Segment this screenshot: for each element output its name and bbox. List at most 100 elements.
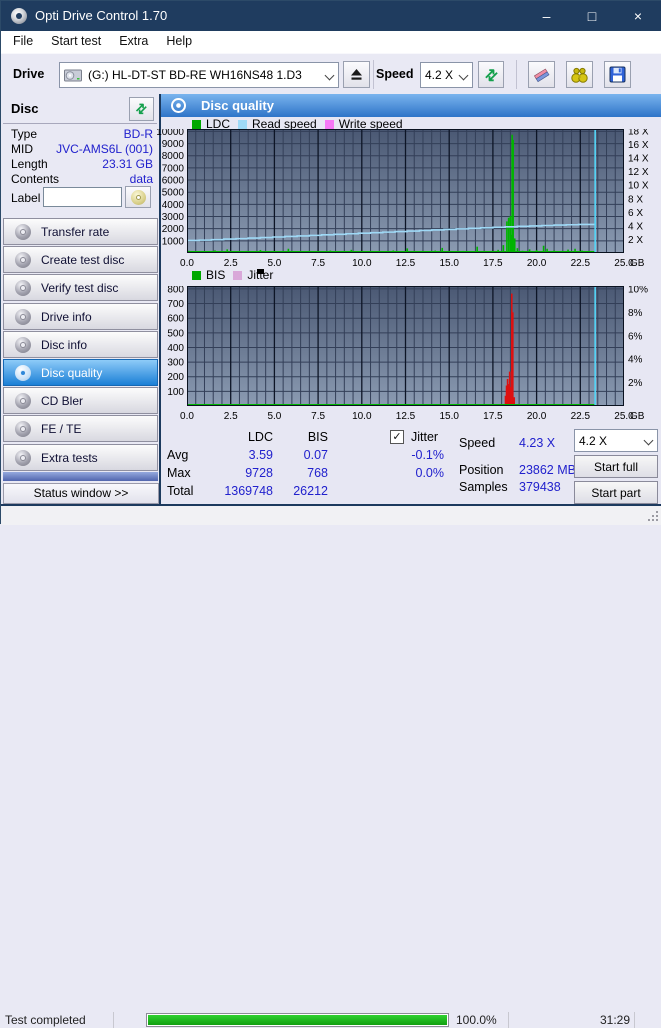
disc-field-mid: MID JVC-AMS6L (001) bbox=[11, 142, 153, 156]
field-value: JVC-AMS6L (001) bbox=[56, 142, 153, 156]
total-row-label: Total bbox=[167, 484, 194, 498]
svg-text:5.0: 5.0 bbox=[267, 411, 281, 422]
start-full-button[interactable]: Start full bbox=[574, 455, 658, 478]
field-label: Type bbox=[11, 127, 38, 141]
sidebar-gradient-strip bbox=[3, 472, 158, 481]
svg-text:10.0: 10.0 bbox=[352, 411, 372, 422]
sidebar-item-label: FE / TE bbox=[41, 421, 82, 436]
svg-text:6%: 6% bbox=[628, 331, 643, 342]
sidebar-item-verify-test-disc[interactable]: Verify test disc bbox=[3, 274, 158, 301]
svg-text:8 X: 8 X bbox=[628, 194, 643, 205]
disc-icon bbox=[171, 98, 186, 113]
svg-text:10.0: 10.0 bbox=[352, 258, 372, 269]
disc-icon bbox=[15, 308, 31, 325]
sidebar-item-extra-tests[interactable]: Extra tests bbox=[3, 444, 158, 471]
svg-text:9000: 9000 bbox=[162, 139, 185, 150]
menu-help[interactable]: Help bbox=[157, 31, 201, 51]
close-button[interactable]: × bbox=[615, 1, 661, 31]
sidebar-item-fe-te[interactable]: FE / TE bbox=[3, 415, 158, 442]
svg-text:1000: 1000 bbox=[162, 236, 185, 247]
drive-select[interactable]: (G:) HL-DT-ST BD-RE WH16NS48 1.D3 bbox=[59, 62, 339, 88]
refresh-icon bbox=[131, 98, 153, 120]
svg-text:22.5: 22.5 bbox=[571, 258, 591, 269]
statusbar-separator bbox=[508, 1012, 509, 1028]
sidebar-item-transfer-rate[interactable]: Transfer rate bbox=[3, 218, 158, 245]
legend-label: BIS bbox=[206, 268, 226, 282]
write-label-button[interactable] bbox=[125, 186, 151, 208]
rescan-drive-button[interactable] bbox=[478, 61, 504, 88]
speed-select[interactable]: 4.2 X bbox=[420, 62, 473, 88]
drive-label: Drive bbox=[13, 67, 45, 81]
avg-bis-value: 0.07 bbox=[303, 448, 328, 462]
svg-text:20.0: 20.0 bbox=[527, 258, 547, 269]
disc-icon bbox=[15, 420, 31, 437]
jitter-threshold-marker bbox=[257, 269, 264, 274]
save-button[interactable] bbox=[604, 61, 631, 88]
field-label: MID bbox=[11, 142, 33, 156]
svg-text:500: 500 bbox=[167, 328, 184, 339]
disc-refresh-button[interactable] bbox=[129, 97, 154, 121]
avg-jitter-value: -0.1% bbox=[411, 448, 444, 462]
erase-disc-button[interactable] bbox=[528, 61, 555, 88]
sidebar-item-disc-quality[interactable]: Disc quality bbox=[3, 359, 158, 386]
max-row-label: Max bbox=[167, 466, 191, 480]
eject-button[interactable] bbox=[343, 61, 370, 88]
jitter-checkbox[interactable]: ✓ bbox=[390, 430, 404, 444]
sidebar-item-drive-info[interactable]: Drive info bbox=[3, 303, 158, 330]
sidebar-item-create-test-disc[interactable]: Create test disc bbox=[3, 246, 158, 273]
menu-file[interactable]: File bbox=[4, 31, 42, 51]
menu-start-test[interactable]: Start test bbox=[42, 31, 110, 51]
menu-extra[interactable]: Extra bbox=[110, 31, 157, 51]
test-speed-select[interactable]: 4.2 X bbox=[574, 429, 658, 452]
svg-text:2000: 2000 bbox=[162, 224, 185, 235]
svg-text:15.0: 15.0 bbox=[439, 411, 459, 422]
start-part-button[interactable]: Start part bbox=[574, 481, 658, 504]
status-bar: Test completed 100.0% 31:29 bbox=[1, 506, 661, 1028]
progress-percent: 100.0% bbox=[456, 1013, 497, 1027]
disc-field-contents: Contents data bbox=[11, 172, 153, 186]
chevron-down-icon bbox=[324, 70, 335, 81]
sidebar-item-cd-bler[interactable]: CD Bler bbox=[3, 387, 158, 414]
disc-icon bbox=[15, 336, 31, 353]
svg-text:300: 300 bbox=[167, 358, 184, 369]
app-window: Opti Drive Control 1.70 – □ × File Start … bbox=[0, 0, 661, 1028]
panel-title: Disc quality bbox=[201, 98, 274, 113]
svg-text:700: 700 bbox=[167, 299, 184, 310]
svg-text:2%: 2% bbox=[628, 378, 643, 389]
minimize-button[interactable]: – bbox=[524, 1, 569, 31]
disc-panel-title: Disc bbox=[11, 101, 39, 116]
toolbar-separator bbox=[373, 60, 374, 89]
svg-text:12 X: 12 X bbox=[628, 167, 649, 178]
disc-field-type: Type BD-R bbox=[11, 127, 153, 141]
maximize-button[interactable]: □ bbox=[569, 1, 615, 31]
svg-text:17.5: 17.5 bbox=[483, 258, 503, 269]
divider bbox=[3, 123, 157, 124]
toolbar: Drive (G:) HL-DT-ST BD-RE WH16NS48 1.D3 … bbox=[1, 53, 661, 94]
app-disc-icon bbox=[11, 8, 27, 24]
svg-text:7.5: 7.5 bbox=[311, 258, 325, 269]
sidebar-item-label: Create test disc bbox=[41, 252, 125, 267]
svg-text:5000: 5000 bbox=[162, 188, 185, 199]
svg-text:6 X: 6 X bbox=[628, 208, 643, 219]
panel-header: Disc quality bbox=[161, 94, 661, 117]
resize-grip[interactable] bbox=[656, 519, 658, 521]
status-window-button[interactable]: Status window >> bbox=[3, 483, 159, 504]
sidebar-item-disc-info[interactable]: Disc info bbox=[3, 331, 158, 358]
svg-text:GB: GB bbox=[630, 258, 645, 269]
disc-field-length: Length 23.31 GB bbox=[11, 157, 153, 171]
svg-text:GB: GB bbox=[630, 411, 645, 422]
svg-text:4%: 4% bbox=[628, 355, 643, 366]
jitter-checkbox-label: Jitter bbox=[411, 430, 439, 444]
window-title: Opti Drive Control 1.70 bbox=[35, 8, 168, 23]
label-input[interactable] bbox=[43, 187, 122, 207]
svg-text:2.5: 2.5 bbox=[224, 411, 238, 422]
scan-errors-button[interactable] bbox=[566, 61, 593, 88]
svg-text:18 X: 18 X bbox=[628, 129, 649, 138]
max-jitter-value: 0.0% bbox=[415, 466, 445, 480]
sidebar-item-label: Verify test disc bbox=[41, 280, 119, 295]
total-bis-value: 26212 bbox=[293, 484, 328, 498]
chevron-down-icon bbox=[643, 435, 654, 446]
svg-text:12.5: 12.5 bbox=[396, 258, 416, 269]
eject-icon bbox=[351, 69, 362, 80]
binoculars-icon bbox=[571, 67, 588, 83]
